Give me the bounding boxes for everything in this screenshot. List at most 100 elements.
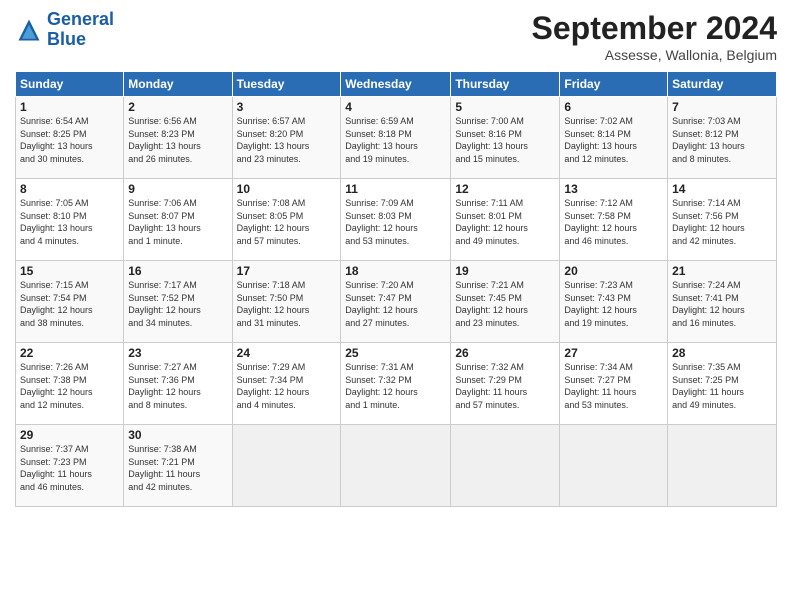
calendar-cell: 4Sunrise: 6:59 AM Sunset: 8:18 PM Daylig… xyxy=(341,97,451,179)
day-info: Sunrise: 7:18 AM Sunset: 7:50 PM Dayligh… xyxy=(237,279,337,329)
day-number: 19 xyxy=(455,264,555,278)
logo-icon xyxy=(15,16,43,44)
logo: General Blue xyxy=(15,10,114,50)
day-number: 11 xyxy=(345,182,446,196)
title-block: September 2024 Assesse, Wallonia, Belgiu… xyxy=(532,10,777,63)
day-number: 20 xyxy=(564,264,663,278)
calendar-cell xyxy=(560,425,668,507)
calendar-cell: 1Sunrise: 6:54 AM Sunset: 8:25 PM Daylig… xyxy=(16,97,124,179)
calendar-day-header: Saturday xyxy=(668,72,777,97)
day-number: 1 xyxy=(20,100,119,114)
day-info: Sunrise: 7:38 AM Sunset: 7:21 PM Dayligh… xyxy=(128,443,227,493)
calendar-cell: 7Sunrise: 7:03 AM Sunset: 8:12 PM Daylig… xyxy=(668,97,777,179)
calendar-day-header: Thursday xyxy=(451,72,560,97)
day-number: 2 xyxy=(128,100,227,114)
day-number: 28 xyxy=(672,346,772,360)
calendar-cell: 2Sunrise: 6:56 AM Sunset: 8:23 PM Daylig… xyxy=(124,97,232,179)
day-number: 10 xyxy=(237,182,337,196)
day-number: 9 xyxy=(128,182,227,196)
calendar-cell: 19Sunrise: 7:21 AM Sunset: 7:45 PM Dayli… xyxy=(451,261,560,343)
calendar-cell: 12Sunrise: 7:11 AM Sunset: 8:01 PM Dayli… xyxy=(451,179,560,261)
day-number: 14 xyxy=(672,182,772,196)
page: General Blue September 2024 Assesse, Wal… xyxy=(0,0,792,612)
calendar-cell: 27Sunrise: 7:34 AM Sunset: 7:27 PM Dayli… xyxy=(560,343,668,425)
day-info: Sunrise: 7:37 AM Sunset: 7:23 PM Dayligh… xyxy=(20,443,119,493)
calendar-cell: 13Sunrise: 7:12 AM Sunset: 7:58 PM Dayli… xyxy=(560,179,668,261)
calendar-cell: 28Sunrise: 7:35 AM Sunset: 7:25 PM Dayli… xyxy=(668,343,777,425)
day-number: 6 xyxy=(564,100,663,114)
day-number: 16 xyxy=(128,264,227,278)
day-info: Sunrise: 6:57 AM Sunset: 8:20 PM Dayligh… xyxy=(237,115,337,165)
day-info: Sunrise: 7:02 AM Sunset: 8:14 PM Dayligh… xyxy=(564,115,663,165)
day-number: 27 xyxy=(564,346,663,360)
day-number: 5 xyxy=(455,100,555,114)
day-info: Sunrise: 7:09 AM Sunset: 8:03 PM Dayligh… xyxy=(345,197,446,247)
day-number: 18 xyxy=(345,264,446,278)
day-info: Sunrise: 7:03 AM Sunset: 8:12 PM Dayligh… xyxy=(672,115,772,165)
calendar-cell: 9Sunrise: 7:06 AM Sunset: 8:07 PM Daylig… xyxy=(124,179,232,261)
day-info: Sunrise: 7:35 AM Sunset: 7:25 PM Dayligh… xyxy=(672,361,772,411)
calendar-cell: 25Sunrise: 7:31 AM Sunset: 7:32 PM Dayli… xyxy=(341,343,451,425)
day-info: Sunrise: 7:23 AM Sunset: 7:43 PM Dayligh… xyxy=(564,279,663,329)
day-number: 13 xyxy=(564,182,663,196)
day-info: Sunrise: 7:20 AM Sunset: 7:47 PM Dayligh… xyxy=(345,279,446,329)
day-info: Sunrise: 7:24 AM Sunset: 7:41 PM Dayligh… xyxy=(672,279,772,329)
day-info: Sunrise: 7:26 AM Sunset: 7:38 PM Dayligh… xyxy=(20,361,119,411)
calendar-cell: 18Sunrise: 7:20 AM Sunset: 7:47 PM Dayli… xyxy=(341,261,451,343)
day-info: Sunrise: 7:31 AM Sunset: 7:32 PM Dayligh… xyxy=(345,361,446,411)
calendar-cell xyxy=(451,425,560,507)
calendar-header-row: SundayMondayTuesdayWednesdayThursdayFrid… xyxy=(16,72,777,97)
header: General Blue September 2024 Assesse, Wal… xyxy=(15,10,777,63)
day-number: 7 xyxy=(672,100,772,114)
calendar-cell: 8Sunrise: 7:05 AM Sunset: 8:10 PM Daylig… xyxy=(16,179,124,261)
calendar-cell: 17Sunrise: 7:18 AM Sunset: 7:50 PM Dayli… xyxy=(232,261,341,343)
calendar-cell: 3Sunrise: 6:57 AM Sunset: 8:20 PM Daylig… xyxy=(232,97,341,179)
calendar-day-header: Tuesday xyxy=(232,72,341,97)
calendar-cell: 15Sunrise: 7:15 AM Sunset: 7:54 PM Dayli… xyxy=(16,261,124,343)
calendar-cell xyxy=(668,425,777,507)
calendar-cell: 22Sunrise: 7:26 AM Sunset: 7:38 PM Dayli… xyxy=(16,343,124,425)
calendar-week-row: 15Sunrise: 7:15 AM Sunset: 7:54 PM Dayli… xyxy=(16,261,777,343)
day-info: Sunrise: 6:56 AM Sunset: 8:23 PM Dayligh… xyxy=(128,115,227,165)
calendar-cell: 30Sunrise: 7:38 AM Sunset: 7:21 PM Dayli… xyxy=(124,425,232,507)
calendar-day-header: Friday xyxy=(560,72,668,97)
calendar-week-row: 1Sunrise: 6:54 AM Sunset: 8:25 PM Daylig… xyxy=(16,97,777,179)
day-info: Sunrise: 7:08 AM Sunset: 8:05 PM Dayligh… xyxy=(237,197,337,247)
day-number: 24 xyxy=(237,346,337,360)
calendar-week-row: 8Sunrise: 7:05 AM Sunset: 8:10 PM Daylig… xyxy=(16,179,777,261)
day-info: Sunrise: 7:17 AM Sunset: 7:52 PM Dayligh… xyxy=(128,279,227,329)
subtitle: Assesse, Wallonia, Belgium xyxy=(532,47,777,63)
calendar-cell: 16Sunrise: 7:17 AM Sunset: 7:52 PM Dayli… xyxy=(124,261,232,343)
day-info: Sunrise: 7:29 AM Sunset: 7:34 PM Dayligh… xyxy=(237,361,337,411)
calendar-cell: 14Sunrise: 7:14 AM Sunset: 7:56 PM Dayli… xyxy=(668,179,777,261)
day-info: Sunrise: 7:21 AM Sunset: 7:45 PM Dayligh… xyxy=(455,279,555,329)
logo-text: General Blue xyxy=(47,10,114,50)
calendar-cell: 11Sunrise: 7:09 AM Sunset: 8:03 PM Dayli… xyxy=(341,179,451,261)
calendar-day-header: Sunday xyxy=(16,72,124,97)
day-number: 29 xyxy=(20,428,119,442)
day-number: 12 xyxy=(455,182,555,196)
calendar-cell: 5Sunrise: 7:00 AM Sunset: 8:16 PM Daylig… xyxy=(451,97,560,179)
day-info: Sunrise: 6:54 AM Sunset: 8:25 PM Dayligh… xyxy=(20,115,119,165)
calendar-cell: 24Sunrise: 7:29 AM Sunset: 7:34 PM Dayli… xyxy=(232,343,341,425)
calendar-day-header: Monday xyxy=(124,72,232,97)
day-number: 30 xyxy=(128,428,227,442)
calendar-week-row: 22Sunrise: 7:26 AM Sunset: 7:38 PM Dayli… xyxy=(16,343,777,425)
main-title: September 2024 xyxy=(532,10,777,47)
day-number: 26 xyxy=(455,346,555,360)
calendar-cell xyxy=(341,425,451,507)
day-number: 23 xyxy=(128,346,227,360)
calendar-cell: 21Sunrise: 7:24 AM Sunset: 7:41 PM Dayli… xyxy=(668,261,777,343)
calendar-cell: 20Sunrise: 7:23 AM Sunset: 7:43 PM Dayli… xyxy=(560,261,668,343)
day-info: Sunrise: 7:05 AM Sunset: 8:10 PM Dayligh… xyxy=(20,197,119,247)
calendar-table: SundayMondayTuesdayWednesdayThursdayFrid… xyxy=(15,71,777,507)
calendar-cell: 29Sunrise: 7:37 AM Sunset: 7:23 PM Dayli… xyxy=(16,425,124,507)
day-info: Sunrise: 6:59 AM Sunset: 8:18 PM Dayligh… xyxy=(345,115,446,165)
calendar-cell: 23Sunrise: 7:27 AM Sunset: 7:36 PM Dayli… xyxy=(124,343,232,425)
day-info: Sunrise: 7:06 AM Sunset: 8:07 PM Dayligh… xyxy=(128,197,227,247)
day-info: Sunrise: 7:27 AM Sunset: 7:36 PM Dayligh… xyxy=(128,361,227,411)
day-number: 4 xyxy=(345,100,446,114)
day-number: 25 xyxy=(345,346,446,360)
day-info: Sunrise: 7:34 AM Sunset: 7:27 PM Dayligh… xyxy=(564,361,663,411)
day-number: 8 xyxy=(20,182,119,196)
